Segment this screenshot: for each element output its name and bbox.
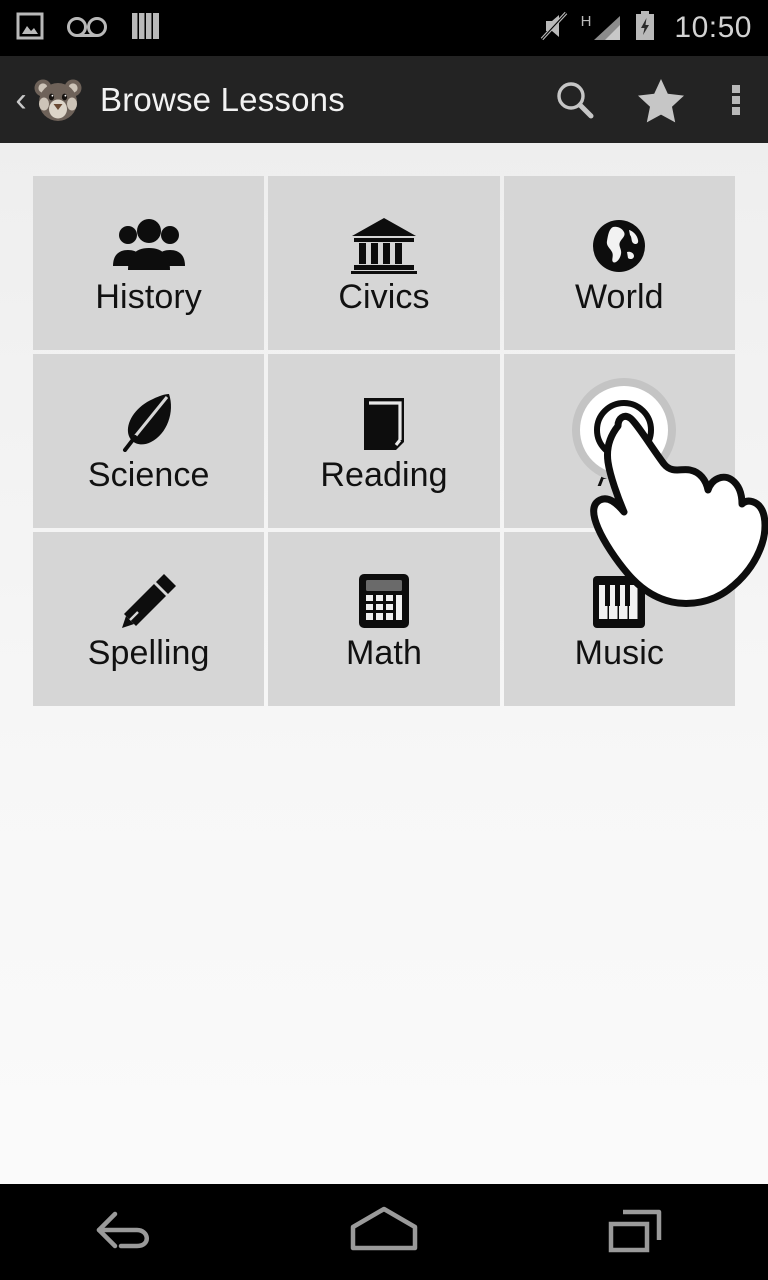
back-navigation-chevron[interactable]: ‹ [8, 83, 34, 117]
tile-world[interactable]: World [503, 176, 735, 350]
action-bar: ‹ Browse Lessons [0, 56, 768, 143]
tile-label: Civics [338, 278, 430, 316]
tile-label: Math [345, 634, 422, 672]
piano-keys-icon [591, 568, 647, 630]
tile-spelling[interactable]: Spelling [33, 532, 265, 706]
lesson-category-grid: History Civics World Science Reading Art… [33, 176, 735, 706]
star-icon [638, 78, 684, 122]
image-icon [16, 11, 44, 46]
nav-home-button[interactable] [309, 1184, 459, 1280]
action-bar-buttons [532, 56, 768, 143]
status-bar-left-icons [16, 11, 162, 46]
calculator-icon [357, 568, 411, 630]
search-button[interactable] [532, 56, 618, 143]
signal-network-type-label: H [580, 13, 592, 30]
tile-label: World [574, 278, 664, 316]
back-arrow-icon [96, 1211, 149, 1249]
tile-reading[interactable]: Reading [268, 354, 500, 528]
bank-building-icon [350, 212, 418, 274]
status-bar-right-icons: H 10:50 [539, 10, 752, 47]
overflow-menu-button[interactable] [704, 56, 768, 143]
tile-label: Reading [320, 456, 448, 494]
nav-back-button[interactable] [53, 1184, 203, 1280]
globe-icon [591, 212, 647, 274]
favorites-button[interactable] [618, 56, 704, 143]
tile-label: History [95, 278, 202, 316]
tile-history[interactable]: History [33, 176, 265, 350]
book-icon [356, 390, 412, 452]
art-icon [591, 390, 647, 452]
status-bar: H 10:50 [0, 0, 768, 56]
tile-music[interactable]: Music [503, 532, 735, 706]
page-title: Browse Lessons [100, 80, 345, 118]
home-icon [350, 1206, 418, 1251]
system-navigation-bar [0, 1184, 768, 1280]
tile-label: Art [597, 456, 642, 494]
tile-label: Science [87, 456, 210, 494]
tile-label: Spelling [87, 634, 210, 672]
tile-label: Music [574, 634, 664, 672]
leaf-icon [121, 390, 177, 452]
tile-art[interactable]: Art [503, 354, 735, 528]
nav-recents-button[interactable] [565, 1184, 715, 1280]
recent-apps-icon [608, 1209, 662, 1253]
library-bars-icon [130, 11, 162, 46]
signal-h-icon: H [581, 13, 623, 43]
mute-icon [539, 10, 569, 47]
search-icon [557, 81, 594, 118]
people-group-icon [111, 212, 187, 274]
tile-math[interactable]: Math [268, 532, 500, 706]
pencil-icon [120, 568, 178, 630]
phone-screen: H 10:50 ‹ Browse Lessons History Civics … [0, 0, 768, 1280]
voicemail-icon [66, 13, 108, 44]
overflow-dots-icon [732, 82, 740, 118]
tile-civics[interactable]: Civics [268, 176, 500, 350]
status-bar-clock: 10:50 [674, 11, 752, 44]
tile-science[interactable]: Science [33, 354, 265, 528]
bear-logo-icon [34, 79, 82, 121]
battery-charging-icon [634, 10, 656, 47]
